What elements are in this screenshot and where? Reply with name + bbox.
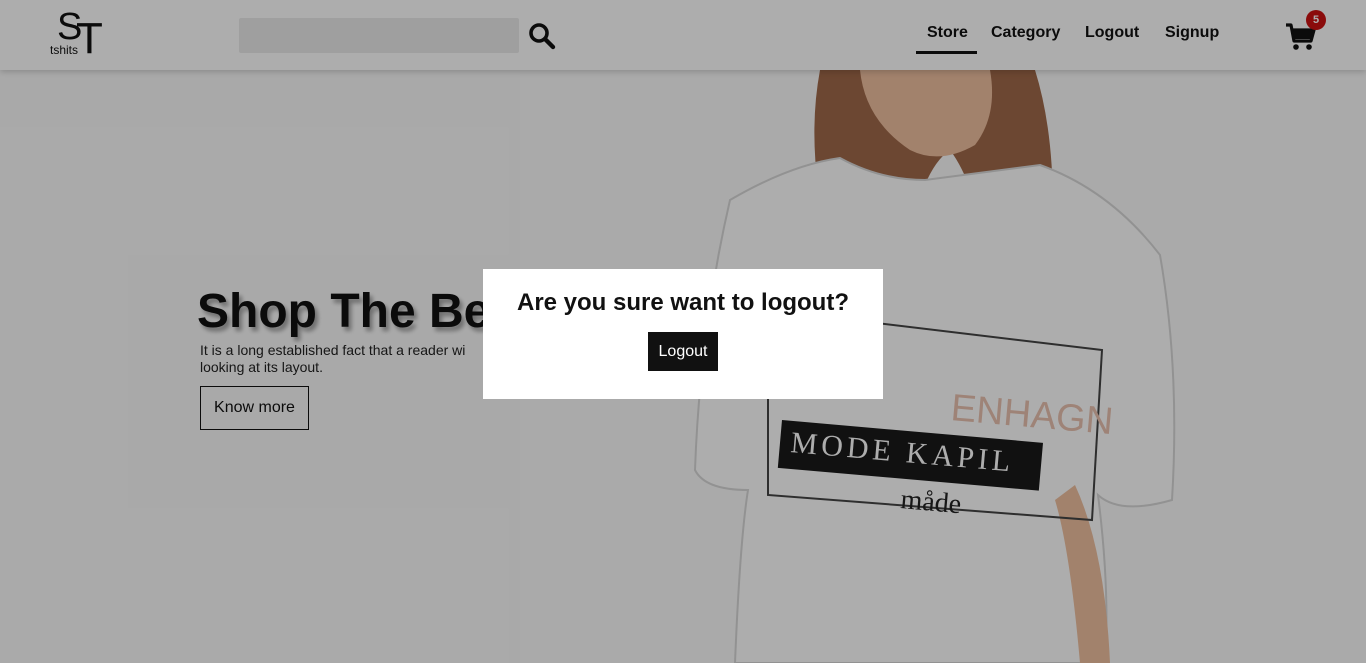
logout-confirm-dialog: Are you sure want to logout? Logout [483,269,883,399]
dialog-title: Are you sure want to logout? [516,289,849,316]
confirm-logout-button[interactable]: Logout [648,332,718,371]
